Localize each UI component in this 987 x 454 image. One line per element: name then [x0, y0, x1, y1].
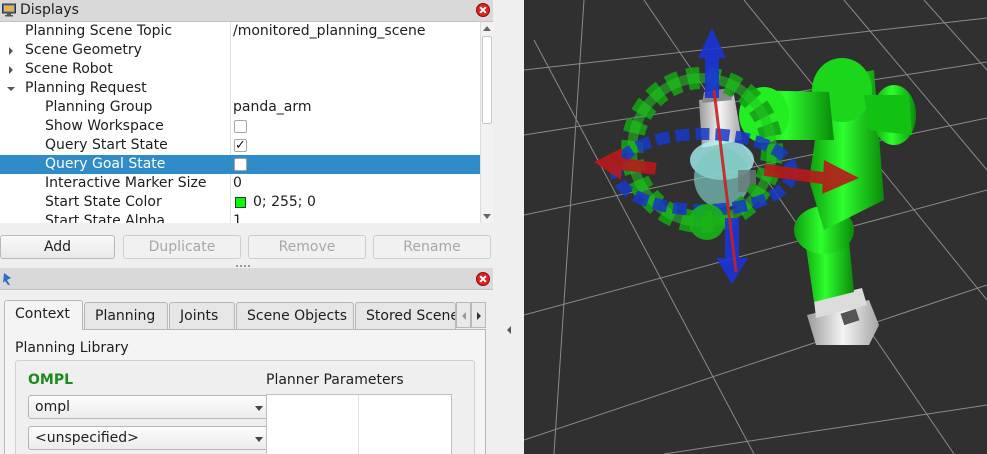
remove-button[interactable]: Remove	[248, 235, 366, 259]
chevron-left-icon[interactable]	[456, 302, 471, 328]
tree-row-show-workspace[interactable]: Show Workspace	[0, 117, 480, 136]
expand-arrow-icon[interactable]	[9, 47, 13, 55]
tree-row-planning-group[interactable]: Planning Group panda_arm	[0, 98, 480, 117]
library-name-label: OMPL	[28, 372, 74, 388]
show-workspace-checkbox[interactable]	[234, 120, 247, 133]
marker-sphere	[689, 204, 725, 240]
chevron-down-icon	[255, 437, 263, 442]
tab-context[interactable]: Context	[4, 300, 83, 330]
tab-planning[interactable]: Planning	[84, 302, 168, 329]
motion-planning-tabbar: Context Planning Joints Scene Objects St…	[4, 300, 486, 330]
tree-row-interactive-marker-size[interactable]: Interactive Marker Size 0	[0, 174, 480, 193]
3d-viewport[interactable]	[524, 0, 987, 454]
context-tab-pane: Planning Library OMPL Planner Parameters…	[4, 329, 486, 454]
rename-button[interactable]: Rename	[373, 235, 491, 259]
ground-grid	[524, 0, 987, 454]
expand-arrow-icon[interactable]	[9, 66, 13, 74]
tree-row-planning-request[interactable]: Planning Request	[0, 79, 480, 98]
planning-library-label: Planning Library	[15, 340, 129, 356]
add-button[interactable]: Add	[0, 235, 115, 259]
planner-select[interactable]: <unspecified>	[28, 426, 271, 450]
tree-row-start-state-alpha[interactable]: Start State Alpha 1	[0, 212, 480, 223]
plugin-icon	[3, 273, 11, 285]
scroll-down-icon[interactable]	[483, 214, 491, 219]
displays-panel-header: Displays	[0, 0, 493, 22]
scroll-up-icon[interactable]	[483, 26, 491, 31]
close-icon[interactable]	[476, 3, 490, 17]
planning-library-groupbox: OMPL Planner Parameters ompl <unspecifie…	[15, 360, 475, 454]
tab-joints[interactable]: Joints	[169, 302, 235, 329]
chevron-down-icon	[255, 406, 263, 411]
tree-scrollbar[interactable]	[480, 22, 493, 223]
planner-parameters-label: Planner Parameters	[266, 372, 404, 388]
tree-row-scene-geometry[interactable]: Scene Geometry	[0, 41, 480, 60]
tree-row-planning-scene-topic[interactable]: Planning Scene Topic /monitored_planning…	[0, 22, 480, 41]
tree-row-start-state-color[interactable]: Start State Color 0; 255; 0	[0, 193, 480, 212]
motion-planning-panel-header	[0, 268, 493, 290]
chevron-right-icon[interactable]	[471, 302, 486, 328]
tab-scene-objects[interactable]: Scene Objects	[236, 302, 354, 329]
robot-scene-render	[524, 0, 987, 454]
duplicate-button[interactable]: Duplicate	[123, 235, 241, 259]
query-goal-state-checkbox[interactable]	[234, 158, 247, 171]
tree-row-scene-robot[interactable]: Scene Robot	[0, 60, 480, 79]
tab-stored-scenes[interactable]: Stored Scene	[355, 302, 456, 329]
close-icon[interactable]	[476, 272, 490, 286]
planner-parameters-table[interactable]	[266, 394, 452, 454]
tree-row-query-goal-state[interactable]: Query Goal State	[0, 155, 480, 174]
scrollbar-thumb[interactable]	[482, 36, 492, 124]
collapse-arrow-icon[interactable]	[7, 87, 15, 91]
panel-splitter[interactable]	[236, 265, 250, 267]
color-swatch[interactable]	[235, 197, 246, 208]
displays-title: Displays	[20, 2, 79, 18]
chevron-left-icon[interactable]	[507, 326, 511, 334]
monitor-icon	[2, 3, 16, 17]
query-start-state-checkbox[interactable]	[234, 136, 247, 155]
library-select[interactable]: ompl	[28, 395, 271, 419]
displays-property-tree[interactable]: Planning Scene Topic /monitored_planning…	[0, 22, 493, 223]
tree-row-query-start-state[interactable]: Query Start State	[0, 136, 480, 155]
